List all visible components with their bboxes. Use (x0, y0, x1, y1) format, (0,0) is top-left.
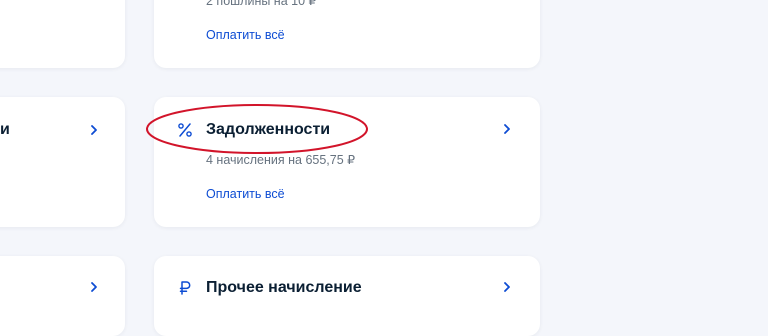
other-charge-title: Прочее начисление (206, 279, 362, 296)
card-mid-left[interactable]: и (0, 97, 125, 227)
chevron-right-icon (500, 122, 514, 136)
card-other-charge[interactable]: Прочее начисление (154, 256, 540, 336)
chevron-right-icon (87, 280, 101, 294)
percent-icon (176, 121, 194, 139)
pay-all-debts-link[interactable]: Оплатить всё (206, 187, 285, 201)
fees-summary: 2 пошлины на 10 ₽ (206, 0, 317, 8)
pay-all-fees-link[interactable]: Оплатить всё (206, 28, 285, 42)
card-top-left[interactable] (0, 0, 125, 68)
card-debts[interactable]: Задолженности 4 начисления на 655,75 ₽ О… (154, 97, 540, 227)
debts-summary: 4 начисления на 655,75 ₽ (206, 153, 356, 167)
chevron-right-icon (500, 280, 514, 294)
card-mid-left-title: и (0, 121, 10, 138)
ruble-icon (176, 279, 194, 297)
chevron-right-icon (87, 123, 101, 137)
card-top-fees[interactable]: 2 пошлины на 10 ₽ Оплатить всё (154, 0, 540, 68)
debts-title: Задолженности (206, 121, 331, 138)
card-bottom-left[interactable] (0, 256, 125, 336)
